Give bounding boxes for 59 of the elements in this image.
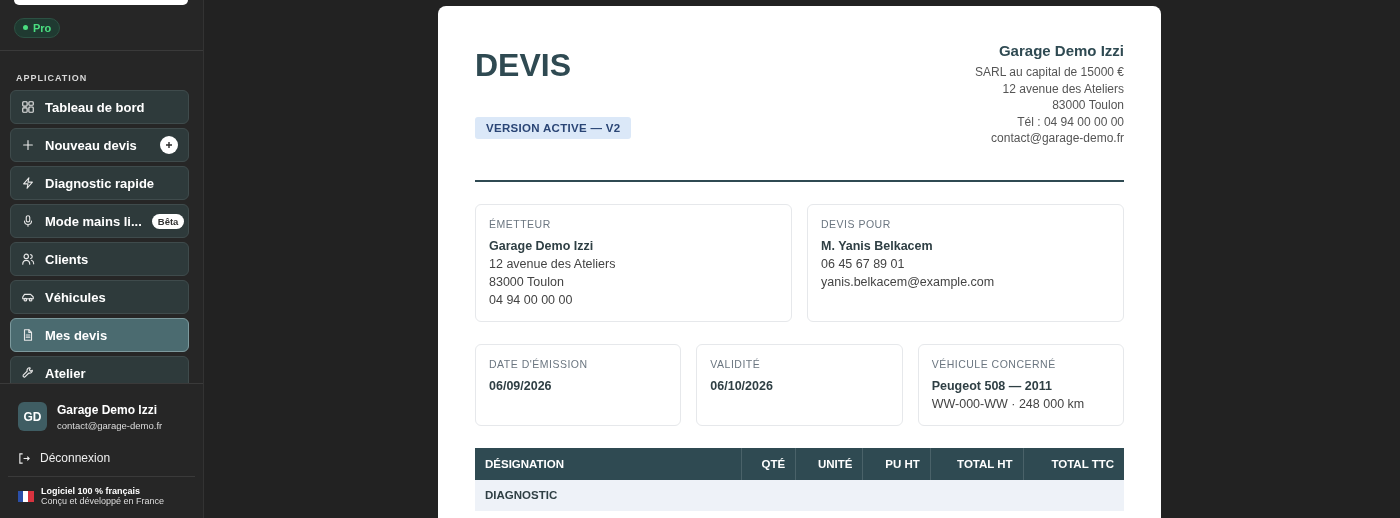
search-field[interactable] [14, 0, 188, 5]
detail-value: Peugeot 508 — 2011 [931, 377, 1053, 395]
version-badge: VERSION ACTIVE — V2 [475, 117, 632, 139]
card-label: VÉHICULE CONCERNÉ [931, 357, 1057, 370]
column-header: PU HT [862, 447, 931, 480]
add-button[interactable] [160, 136, 178, 154]
notice-subtitle: Conçu et développé en France [41, 496, 165, 506]
section-label: APPLICATION [16, 73, 89, 83]
party-info: 06 45 67 89 01 [821, 255, 906, 273]
column-header: UNITÉ [795, 447, 863, 480]
flag-icon [18, 490, 34, 502]
users-icon [21, 252, 35, 266]
detail-note: WW-000-WW · 248 000 km [931, 395, 1086, 413]
card-label: VALIDITÉ [710, 357, 762, 370]
nav-item[interactable]: Mes devis [10, 318, 189, 352]
column-header: DÉSIGNATION [475, 447, 742, 480]
detail-value: 06/10/2026 [710, 377, 774, 395]
nav-item[interactable]: Mode mains li... Bêta [10, 204, 189, 238]
company-info: SARL au capital de 15000 € [975, 64, 1124, 81]
party-info: yanis.belkacem@example.com [821, 273, 996, 291]
nav-item[interactable]: Tableau de bord [10, 90, 189, 124]
company-info: contact@garage-demo.fr [990, 130, 1124, 147]
wrench-icon [21, 366, 35, 380]
document-icon [21, 328, 35, 342]
party-name: M. Yanis Belkacem [821, 237, 934, 255]
avatar: GD [18, 402, 47, 431]
beta-badge: Bêta [151, 213, 185, 229]
lightning-icon [21, 176, 35, 190]
section-row: DIAGNOSTIC [475, 479, 1124, 511]
party-name: Garage Demo Izzi [489, 237, 595, 255]
company-name: Garage Demo Izzi [997, 42, 1124, 59]
microphone-icon [21, 214, 35, 228]
account-name: Garage Demo Izzi [57, 402, 159, 417]
party-info: 04 94 00 00 00 [489, 291, 574, 309]
company-info: 12 avenue des Ateliers [1001, 80, 1124, 98]
logout-button[interactable]: Déconnexion [0, 447, 203, 469]
card-label: DATE D'ÉMISSION [489, 357, 589, 370]
nav-item[interactable]: Atelier [10, 356, 189, 383]
column-header: TOTAL TTC [1023, 447, 1124, 480]
nav-item[interactable]: Clients [10, 242, 189, 276]
party-info: 12 avenue des Ateliers [489, 255, 617, 273]
company-info: Tél : 04 94 00 00 00 [1016, 113, 1124, 131]
column-header: TOTAL HT [930, 447, 1024, 480]
notice-title: Logiciel 100 % français [41, 486, 142, 496]
logout-icon [18, 451, 31, 465]
nav-item[interactable]: Véhicules [10, 280, 189, 314]
detail-value: 06/09/2026 [489, 377, 553, 395]
plan-badge: Pro [14, 17, 61, 38]
card-label: DEVIS POUR [821, 217, 892, 230]
nav-item[interactable]: Diagnostic rapide [10, 166, 189, 200]
party-info: 83000 Toulon [489, 273, 565, 291]
nav-item[interactable]: Nouveau devis [10, 128, 189, 162]
company-info: 83000 Toulon [1051, 97, 1124, 114]
account-email: contact@garage-demo.fr [57, 419, 163, 431]
column-header: QTÉ [741, 447, 796, 480]
plus-icon [21, 138, 35, 152]
card-label: ÉMETTEUR [489, 217, 552, 230]
grid-icon [21, 100, 35, 114]
document-title: DEVIS [475, 48, 573, 82]
